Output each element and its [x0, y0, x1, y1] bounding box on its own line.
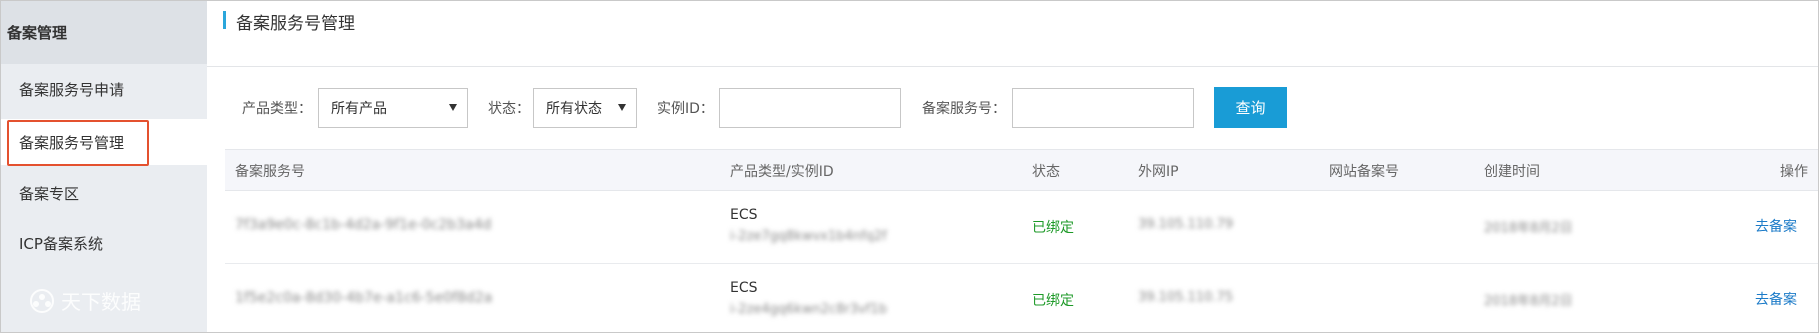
public-ip-cell: 39.105.110.75	[1138, 290, 1234, 305]
status-select[interactable]: 所有状态	[533, 88, 637, 128]
go-record-link[interactable]: 去备案	[1755, 216, 1797, 236]
status-label: 状态：	[488, 101, 530, 117]
column-header-created-at: 创建时间	[1484, 164, 1540, 180]
column-header-public-ip: 外网IP	[1138, 164, 1179, 180]
watermark-logo-icon	[30, 288, 54, 313]
status-value: 所有状态	[546, 101, 602, 117]
sidebar: 备案管理 备案服务号申请 备案服务号管理 备案专区 ICP备案系统 天下数据	[1, 1, 207, 332]
title-bar: 备案服务号管理	[207, 1, 1818, 67]
service-no-cell: 1f5e2c0a-8d30-4b7e-a1c6-5e0f8d2a	[235, 290, 493, 306]
sidebar-item-icp-system[interactable]: ICP备案系统	[1, 223, 207, 263]
sidebar-item-record-zone[interactable]: 备案专区	[1, 173, 207, 213]
query-button[interactable]: 查询	[1214, 87, 1287, 128]
title-accent-bar	[223, 11, 226, 29]
main-content: 备案服务号管理 产品类型： 所有产品 状态： 所有状态 实例ID： 备案服务号：…	[207, 1, 1818, 332]
product-type-cell: ECS	[730, 280, 758, 296]
sidebar-item-label: ICP备案系统	[19, 234, 103, 253]
table-header: 备案服务号 产品类型/实例ID 状态 外网IP 网站备案号 创建时间 操作	[225, 149, 1818, 191]
column-header-site-record-no: 网站备案号	[1329, 164, 1399, 180]
status-cell: 已绑定	[1032, 293, 1074, 309]
sidebar-item-label: 备案服务号申请	[19, 80, 125, 99]
service-no-cell: 7f3a9e0c-8c1b-4d2a-9f1e-0c2b3a4d	[235, 217, 492, 233]
table-row: 7f3a9e0c-8c1b-4d2a-9f1e-0c2b3a4d ECS i-2…	[225, 191, 1818, 264]
column-header-service-no: 备案服务号	[235, 164, 305, 180]
public-ip-cell: 39.105.110.79	[1138, 217, 1234, 232]
product-type-cell: ECS	[730, 207, 758, 223]
column-header-product-instance: 产品类型/实例ID	[730, 164, 834, 180]
status-cell: 已绑定	[1032, 220, 1074, 236]
product-type-value: 所有产品	[331, 101, 387, 117]
column-header-status: 状态	[1032, 164, 1060, 180]
go-record-link[interactable]: 去备案	[1755, 289, 1797, 309]
service-no-label: 备案服务号：	[922, 101, 1006, 117]
instance-id-cell: i-2ze7gq8kwvx1b4nfq2f	[730, 229, 887, 244]
instance-id-cell: i-2ze4gq6kwn2c8r3vf1b	[730, 302, 887, 317]
chevron-down-icon	[449, 104, 457, 111]
highlight-annotation	[7, 120, 149, 166]
created-at-cell: 2018年8月2日	[1484, 221, 1573, 236]
sidebar-header: 备案管理	[1, 1, 207, 64]
product-type-select[interactable]: 所有产品	[318, 88, 468, 128]
column-header-actions: 操作	[1780, 164, 1808, 180]
service-no-input[interactable]	[1012, 88, 1194, 128]
created-at-cell: 2018年8月2日	[1484, 294, 1573, 309]
instance-id-label: 实例ID：	[657, 101, 714, 117]
instance-id-input[interactable]	[719, 88, 901, 128]
page-title: 备案服务号管理	[236, 14, 355, 34]
watermark: 天下数据	[27, 286, 141, 315]
service-no-table: 备案服务号 产品类型/实例ID 状态 外网IP 网站备案号 创建时间 操作 7f…	[225, 149, 1818, 333]
product-type-label: 产品类型：	[242, 101, 312, 117]
table-row: 1f5e2c0a-8d30-4b7e-a1c6-5e0f8d2a ECS i-2…	[225, 264, 1818, 333]
sidebar-item-label: 备案专区	[19, 184, 80, 203]
sidebar-item-service-no-apply[interactable]: 备案服务号申请	[1, 69, 207, 109]
watermark-text: 天下数据	[61, 290, 141, 314]
chevron-down-icon	[618, 104, 626, 111]
